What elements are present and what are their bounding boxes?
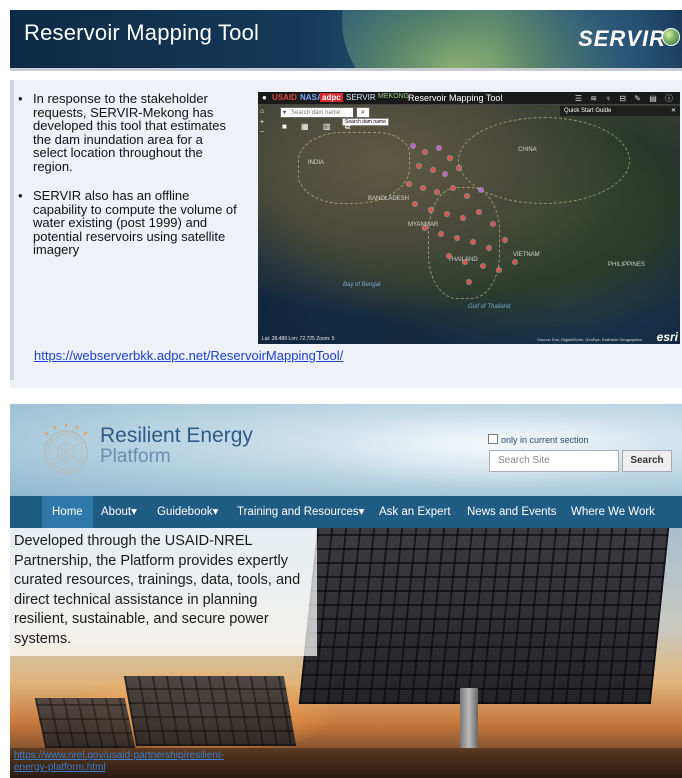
dam-marker[interactable] <box>471 240 475 244</box>
map-label: Gulf of Thailand <box>468 304 511 310</box>
slide-title-banner: Reservoir Mapping Tool SERVIR <box>10 10 682 68</box>
dam-marker[interactable] <box>463 260 467 264</box>
quick-start-guide-panel[interactable]: Quick Start Guide ✕ <box>560 106 680 116</box>
globe-icon <box>662 28 680 46</box>
caret-down-icon: ▾ <box>212 506 219 518</box>
zoom-out-icon[interactable]: − <box>260 129 264 136</box>
mekong-logo: MEKONG <box>378 93 410 100</box>
nav-training-resources[interactable]: Training and Resources▾ <box>237 496 364 528</box>
dam-marker[interactable] <box>477 210 481 214</box>
dam-marker[interactable] <box>429 208 433 212</box>
dam-marker[interactable] <box>481 264 485 268</box>
solar-panel-image <box>34 698 136 748</box>
dam-marker[interactable] <box>479 188 483 192</box>
dam-marker[interactable] <box>421 186 425 190</box>
nav-home[interactable]: Home <box>42 496 93 528</box>
close-icon[interactable]: ✕ <box>671 106 676 116</box>
bullet-item: • In response to the stakeholder requests… <box>18 92 238 173</box>
dam-marker[interactable] <box>439 232 443 236</box>
map-search-input[interactable]: ▾ Search dam name <box>280 107 354 118</box>
dam-marker[interactable] <box>423 150 427 154</box>
home-icon[interactable]: ⌂ <box>260 108 264 115</box>
platform-link[interactable]: https://www.nrel.gov/usaid-partnership/r… <box>14 750 254 774</box>
dam-marker[interactable] <box>467 280 471 284</box>
slide-title: Reservoir Mapping Tool <box>24 20 260 45</box>
map-coordinates: Lat: 28.489 Lon: 72.725 Zoom: 5 <box>262 336 335 342</box>
site-header: Resilient Energy Platform only in curren… <box>10 404 682 496</box>
globe-logo-icon: ● <box>262 93 267 102</box>
checkbox-icon[interactable] <box>488 434 498 444</box>
reservoir-tool-link[interactable]: https://webserverbkk.adpc.net/ReservoirM… <box>34 348 343 363</box>
geodesic-globe-icon <box>44 424 88 474</box>
map-app-title: Reservoir Mapping Tool <box>408 93 503 103</box>
dam-marker[interactable] <box>465 194 469 198</box>
dam-marker[interactable] <box>437 146 441 150</box>
main-nav: Home About▾ Guidebook▾ Training and Reso… <box>10 496 682 528</box>
bullet-text: In response to the stakeholder requests,… <box>33 91 226 174</box>
reservoir-map-screenshot: ● USAID NASA adpc SERVIR MEKONG Reservoi… <box>258 92 680 344</box>
caret-down-icon: ▾ <box>131 506 137 518</box>
dam-marker[interactable] <box>491 222 495 226</box>
caret-down-icon: ▾ <box>358 506 365 518</box>
dam-marker[interactable] <box>431 168 435 172</box>
dam-marker[interactable] <box>407 182 411 186</box>
panel-accent <box>10 80 14 380</box>
bullet-text: SERVIR also has an offline capability to… <box>33 188 237 257</box>
dam-marker[interactable] <box>487 246 491 250</box>
dam-marker[interactable] <box>448 156 452 160</box>
hero-text-box: Developed through the USAID-NREL Partner… <box>10 528 317 656</box>
solar-panel-image <box>298 528 670 704</box>
map-credit: Source: Esri, DigitalGlobe, GeoEye, Eart… <box>537 337 642 342</box>
dam-marker[interactable] <box>455 236 459 240</box>
servir-logo: SERVIR <box>578 26 666 51</box>
nav-where-we-work[interactable]: Where We Work <box>571 496 655 528</box>
map-tool-icons[interactable]: ☰ ≋ ♆ ⊟ ✎ ▤ ⓘ <box>575 93 676 104</box>
dam-marker[interactable] <box>513 260 517 264</box>
dam-marker[interactable] <box>443 172 447 176</box>
hero-description: Developed through the USAID-NREL Partner… <box>14 533 301 647</box>
bullet-dot-icon: • <box>18 91 23 106</box>
dam-marker[interactable] <box>497 268 501 272</box>
map-label: INDIA <box>308 160 325 166</box>
esri-logo: esri <box>656 330 678 344</box>
brand-name: Resilient Energy <box>100 424 253 447</box>
resilient-energy-slide: Resilient Energy Platform only in curren… <box>10 404 682 778</box>
dam-marker[interactable] <box>457 166 461 170</box>
dam-marker[interactable] <box>445 212 449 216</box>
nav-news-events[interactable]: News and Events <box>467 496 557 528</box>
nav-about[interactable]: About▾ <box>101 496 137 528</box>
current-section-checkbox[interactable]: only in current section <box>488 434 589 445</box>
search-button[interactable]: Search <box>622 450 672 472</box>
map-label: PHILIPPINES <box>608 262 646 268</box>
nav-ask-expert[interactable]: Ask an Expert <box>379 496 451 528</box>
zoom-in-icon[interactable]: + <box>260 119 264 126</box>
dam-marker[interactable] <box>435 190 439 194</box>
site-search-input[interactable]: Search Site <box>489 450 619 472</box>
brand-subname: Platform <box>100 446 171 467</box>
map-search-button[interactable]: ⌕ <box>356 107 370 118</box>
divider <box>10 68 682 71</box>
dam-marker[interactable] <box>447 254 451 258</box>
dropdown-arrow-icon: ▾ <box>283 110 287 116</box>
map-toolbar: ● USAID NASA adpc SERVIR MEKONG Reservoi… <box>258 92 680 105</box>
dam-marker[interactable] <box>451 186 455 190</box>
bullet-dot-icon: • <box>18 188 23 203</box>
usaid-logo: USAID <box>272 93 297 102</box>
dam-marker[interactable] <box>413 202 417 206</box>
solar-panel-image <box>123 676 297 746</box>
adpc-logo: adpc <box>320 93 343 102</box>
bullet-item: • SERVIR also has an offline capability t… <box>18 189 238 257</box>
dam-marker[interactable] <box>417 164 421 168</box>
dam-marker[interactable] <box>423 226 427 230</box>
dam-marker[interactable] <box>461 216 465 220</box>
nav-guidebook[interactable]: Guidebook▾ <box>157 496 218 528</box>
dam-marker[interactable] <box>503 238 507 242</box>
map-layer-tools[interactable]: ■ ▦ ▥ ⧉ <box>282 122 356 132</box>
servir-logo-small: SERVIR <box>346 93 376 102</box>
dam-markers[interactable] <box>393 142 543 292</box>
bullet-list: • In response to the stakeholder requests… <box>18 92 238 273</box>
dam-marker[interactable] <box>411 144 415 148</box>
map-label: Bay of Bengal <box>343 282 381 288</box>
